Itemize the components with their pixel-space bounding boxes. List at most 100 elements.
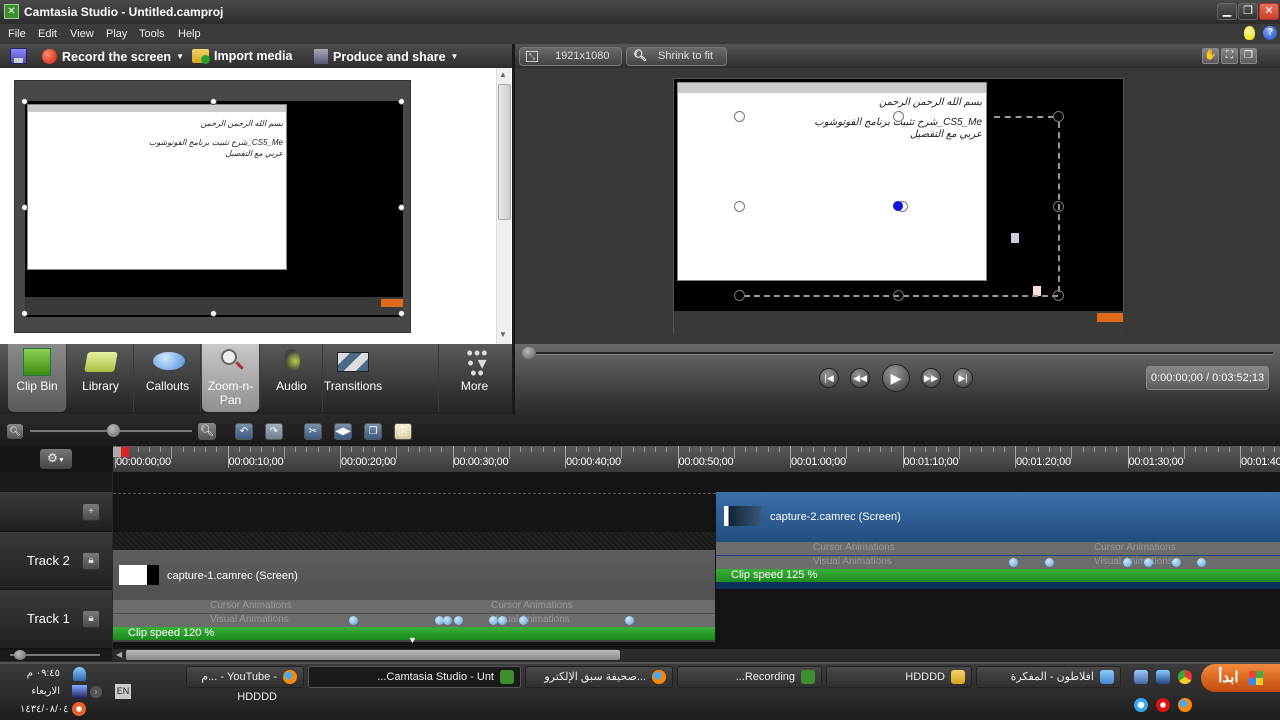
- clip-speed-handle[interactable]: ▼: [408, 635, 417, 645]
- lock-icon[interactable]: 🔒︎: [82, 552, 100, 570]
- skip-forward-button[interactable]: ▶|: [953, 368, 973, 388]
- copy-button[interactable]: ❐: [364, 423, 382, 440]
- timeline-horizontal-scrollbar[interactable]: ◀: [113, 649, 1280, 661]
- clock-date[interactable]: ١٤٣٤/٠٨/٠٤: [20, 704, 69, 715]
- track-header-2[interactable]: Track 2 🔒︎: [0, 532, 112, 590]
- cut-button[interactable]: ✂: [304, 423, 322, 440]
- zoom-dropdown[interactable]: 🔍︎ Shrink to fit ▼: [626, 47, 727, 78]
- task-hdddd-folder[interactable]: HDDDD: [826, 666, 972, 688]
- scroll-down-icon[interactable]: ▼: [499, 330, 507, 339]
- pan-center-point[interactable]: [893, 201, 903, 211]
- animation-keyframe[interactable]: [1045, 558, 1054, 567]
- language-indicator[interactable]: EN: [115, 684, 131, 699]
- quicklaunch-icon[interactable]: [1134, 670, 1148, 684]
- dimensions-button[interactable]: ⤡ 1921x1080: [519, 47, 622, 66]
- pan-handle[interactable]: [734, 201, 745, 212]
- start-button[interactable]: ابدأ: [1201, 664, 1280, 692]
- pan-handle[interactable]: [734, 111, 745, 122]
- recorded-screen[interactable]: بسم الله الرحمن الرحمن شرح تثبيت برنامج …: [25, 101, 403, 317]
- vertical-scrollbar[interactable]: ▲ ▼: [496, 68, 511, 344]
- crop-icon[interactable]: ⛶: [1221, 48, 1238, 64]
- menu-edit[interactable]: Edit: [38, 28, 57, 40]
- pan-handle[interactable]: [734, 290, 745, 301]
- menu-file[interactable]: File: [8, 28, 26, 40]
- floppy-disk-icon[interactable]: [10, 48, 27, 64]
- seek-bar[interactable]: [525, 352, 1273, 355]
- user-tray-icon[interactable]: [73, 667, 86, 681]
- tab-callouts[interactable]: Callouts: [135, 344, 201, 412]
- clock-time[interactable]: ٠٩:٤٥ م: [20, 668, 60, 679]
- task-sabq[interactable]: صحيفة سبق الإلكترو...: [525, 666, 673, 688]
- minimize-button[interactable]: ▁: [1217, 3, 1237, 20]
- restore-button[interactable]: ❐: [1238, 3, 1258, 20]
- quicklaunch-icon[interactable]: [1156, 670, 1170, 684]
- clock-day[interactable]: الاربعاء: [20, 686, 60, 697]
- task-youtube[interactable]: م... - YouTube - HDDDD: [186, 666, 304, 703]
- zoom-out-icon[interactable]: 🔍︎: [7, 424, 23, 439]
- scrollbar-thumb[interactable]: [498, 84, 511, 220]
- animation-keyframe[interactable]: [1172, 558, 1181, 567]
- internet-explorer-icon[interactable]: [1134, 698, 1148, 712]
- animation-keyframe[interactable]: [349, 616, 358, 625]
- animation-keyframe[interactable]: [1197, 558, 1206, 567]
- rewind-button[interactable]: ◀◀: [850, 368, 870, 388]
- clip-speed-bar[interactable]: Clip speed 125 %: [716, 569, 1280, 582]
- zoom-in-icon[interactable]: 🔍︎: [198, 423, 216, 440]
- tab-zoom-n-pan[interactable]: Zoom-n- Pan: [202, 344, 260, 412]
- resize-handle[interactable]: [21, 204, 28, 211]
- clip-capture-2[interactable]: capture-2.camrec (Screen) Cursor Animati…: [716, 492, 1280, 589]
- import-media-button[interactable]: Import media: [192, 49, 293, 64]
- animation-keyframe[interactable]: [1123, 558, 1132, 567]
- zoom-slider-knob[interactable]: [107, 424, 120, 437]
- tab-more[interactable]: • • • • ▾ • • More: [438, 344, 510, 412]
- task-camtasia[interactable]: ...Camtasia Studio - Unt: [308, 666, 521, 688]
- menu-play[interactable]: Play: [106, 28, 127, 40]
- slider-knob[interactable]: [14, 650, 26, 660]
- playhead[interactable]: [113, 447, 129, 457]
- animation-keyframe[interactable]: [1009, 558, 1018, 567]
- redo-button[interactable]: ↷: [265, 423, 283, 440]
- play-button[interactable]: ▶: [882, 364, 910, 392]
- undo-button[interactable]: ↶: [235, 423, 253, 440]
- lock-icon[interactable]: 🔒︎: [82, 610, 100, 628]
- record-screen-button[interactable]: Record the screen ▼: [42, 49, 184, 64]
- pan-handle[interactable]: [893, 111, 904, 122]
- tab-audio[interactable]: Audio: [261, 344, 323, 412]
- resize-handle[interactable]: [210, 98, 217, 105]
- scroll-left-icon[interactable]: ◀: [116, 650, 122, 659]
- chrome-icon[interactable]: [1178, 670, 1192, 684]
- resize-handle[interactable]: [21, 98, 28, 105]
- opera-icon[interactable]: [1156, 698, 1170, 712]
- animation-keyframe[interactable]: [489, 616, 498, 625]
- track-header-1[interactable]: Track 1 🔒︎: [0, 590, 112, 649]
- resize-handle[interactable]: [210, 310, 217, 317]
- pan-handle[interactable]: [1053, 111, 1064, 122]
- split-button[interactable]: ◀▶: [334, 423, 352, 440]
- network-tray-icon[interactable]: [72, 685, 87, 698]
- preview-screen[interactable]: بسم الله الرحمن الرحمن شرح تثبيت برنامج …: [673, 78, 1125, 333]
- task-recording[interactable]: ...Recording: [677, 666, 822, 688]
- close-button[interactable]: ✕: [1259, 3, 1279, 20]
- produce-share-button[interactable]: Produce and share ▼: [314, 49, 458, 64]
- scrollbar-thumb[interactable]: [126, 650, 620, 660]
- hand-icon[interactable]: ✋: [1202, 48, 1219, 64]
- menu-help[interactable]: Help: [178, 28, 201, 40]
- firefox-icon[interactable]: [1178, 698, 1192, 712]
- pan-handle[interactable]: [1053, 290, 1064, 301]
- help-icon[interactable]: ?: [1263, 26, 1277, 40]
- animation-keyframe[interactable]: [625, 616, 634, 625]
- menu-view[interactable]: View: [70, 28, 94, 40]
- resize-handle[interactable]: [21, 310, 28, 317]
- animation-keyframe[interactable]: [519, 616, 528, 625]
- pan-handle[interactable]: [1053, 201, 1064, 212]
- tray-app-icon[interactable]: [72, 702, 86, 716]
- resize-handle[interactable]: [398, 204, 405, 211]
- tray-expand-icon[interactable]: ›: [90, 686, 102, 698]
- timeline-settings-button[interactable]: ⚙︎▼: [40, 449, 72, 469]
- pan-handle[interactable]: [893, 290, 904, 301]
- tab-clip-bin[interactable]: Clip Bin: [8, 344, 67, 412]
- track-height-slider[interactable]: [0, 649, 112, 661]
- scroll-up-icon[interactable]: ▲: [499, 70, 507, 79]
- task-notepad[interactable]: افلاطون - المفكرة: [976, 666, 1121, 688]
- add-track-button[interactable]: +: [82, 503, 100, 521]
